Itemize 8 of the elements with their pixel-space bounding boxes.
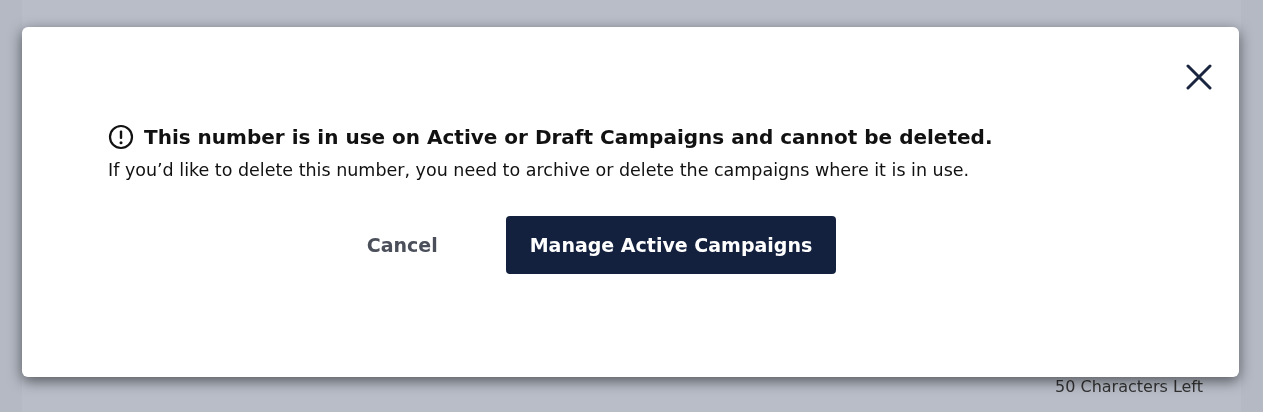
- characters-left-counter: 50 Characters Left: [1055, 377, 1203, 396]
- dialog-message: If you’d like to delete this number, you need to archive or delete the campaigns where it is in use.: [108, 160, 971, 180]
- dialog-title: This number is in use on Active or Draft Campaigns and cannot be deleted.: [144, 125, 993, 149]
- manage-campaigns-button[interactable]: Manage Active Campaigns: [505, 216, 837, 274]
- cancel-button[interactable]: Cancel: [342, 216, 462, 274]
- close-icon: [1186, 64, 1212, 90]
- close-button[interactable]: [1185, 63, 1213, 91]
- alert-icon: [108, 124, 134, 150]
